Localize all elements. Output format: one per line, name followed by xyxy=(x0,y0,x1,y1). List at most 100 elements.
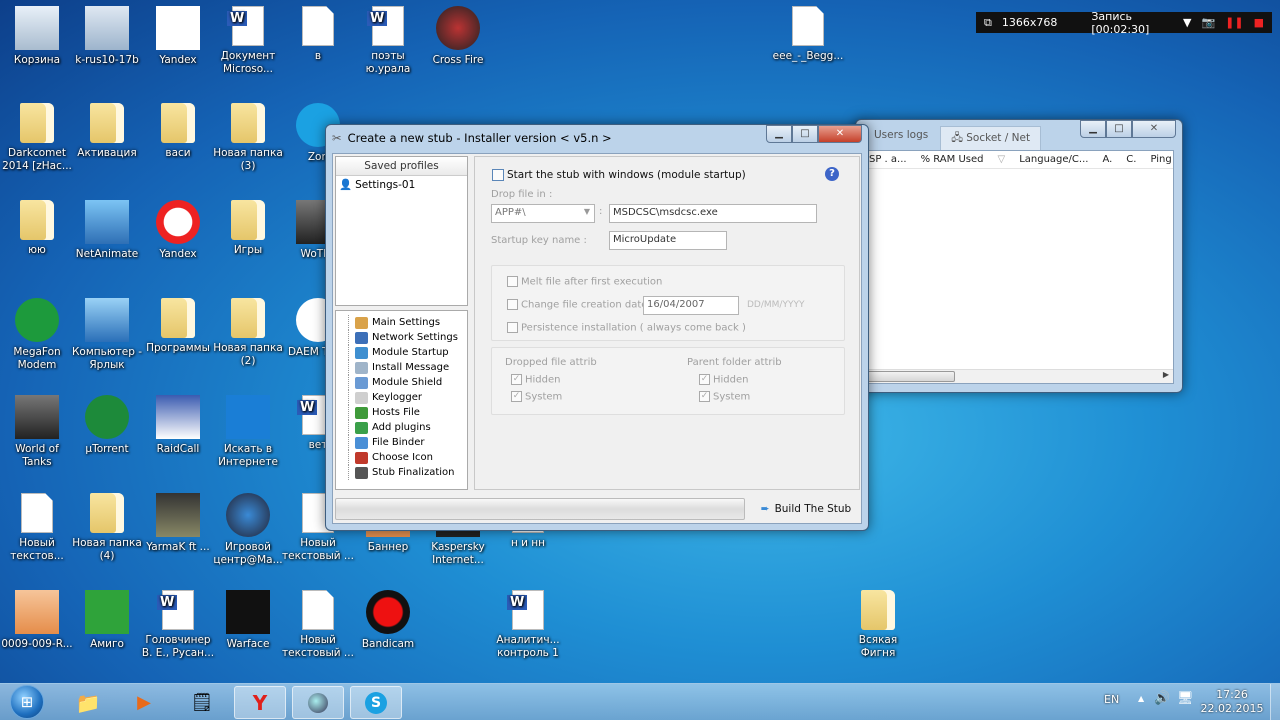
maximize-button[interactable]: □ xyxy=(1106,120,1132,138)
build-stub-button[interactable]: ➨ Build The Stub xyxy=(753,498,859,520)
desktop-icon[interactable]: Новый текстов... xyxy=(0,493,74,563)
check-icon[interactable]: ✓ xyxy=(699,374,710,385)
desktop-icon[interactable]: 0009-009-R... xyxy=(0,590,74,651)
desktop-icon[interactable]: NetAnimate xyxy=(70,200,144,261)
background-window[interactable]: Users logs 🖧 Socket / Net ▁ □ ✕ SP . a..… xyxy=(855,119,1183,393)
parent-hidden-checkbox[interactable]: ✓ Hidden xyxy=(699,374,748,386)
desktop-icon[interactable]: k-rus10-17b xyxy=(70,6,144,67)
parent-system-checkbox[interactable]: ✓ System xyxy=(699,391,750,403)
tree-item[interactable]: Keylogger xyxy=(348,390,467,405)
start-with-windows-checkbox[interactable]: Start the stub with windows (module star… xyxy=(492,169,746,181)
desktop-icon[interactable]: Darkcomet 2014 [zHac... xyxy=(0,103,74,173)
start-button[interactable]: ⊞ xyxy=(10,685,44,719)
desktop-icon[interactable]: Документ Microso... xyxy=(211,6,285,76)
tree-item[interactable]: Add plugins xyxy=(348,420,467,435)
volume-icon[interactable]: 🔊 xyxy=(1154,691,1170,706)
creation-date-input[interactable]: 16/04/2007 xyxy=(643,296,739,315)
check-icon[interactable]: ✓ xyxy=(699,391,710,402)
desktop-icon[interactable]: MegaFon Modem xyxy=(0,298,74,372)
network-status-icon[interactable]: 🖥 xyxy=(1177,691,1194,706)
create-stub-dialog[interactable]: ✂ Create a new stub - Installer version … xyxy=(325,124,869,531)
check-icon[interactable]: ✓ xyxy=(511,391,522,402)
desktop-icon[interactable]: Новая папка (4) xyxy=(70,493,144,563)
camera-icon[interactable]: 📷 xyxy=(1201,16,1215,29)
desktop-icon[interactable]: Головчинер В. Е., Русан... xyxy=(141,590,215,660)
taskbar-notepad[interactable]: 🗒 xyxy=(176,686,228,719)
stop-icon[interactable]: ■ xyxy=(1254,16,1264,29)
taskbar-skype[interactable]: S xyxy=(350,686,402,719)
checkbox[interactable] xyxy=(507,276,518,287)
show-desktop-button[interactable] xyxy=(1270,684,1280,720)
tab-socket-net[interactable]: 🖧 Socket / Net xyxy=(940,126,1042,151)
desktop-icon[interactable]: Аналитич... контроль 1 xyxy=(491,590,565,660)
minimize-button[interactable]: ▁ xyxy=(1080,120,1106,138)
dropped-hidden-checkbox[interactable]: ✓ Hidden xyxy=(511,374,560,386)
checkbox[interactable] xyxy=(507,299,518,310)
dropped-system-checkbox[interactable]: ✓ System xyxy=(511,391,562,403)
tab-users-logs[interactable]: Users logs xyxy=(864,126,938,151)
desktop-icon[interactable]: Cross Fire xyxy=(421,6,495,67)
show-hidden-icons[interactable]: ▲ xyxy=(1138,694,1144,703)
close-button[interactable]: ✕ xyxy=(818,125,862,143)
close-button[interactable]: ✕ xyxy=(1132,120,1176,138)
desktop-icon[interactable]: µTorrent xyxy=(70,395,144,456)
taskbar-yandex[interactable]: Y xyxy=(234,686,286,719)
pause-icon[interactable]: ❚❚ xyxy=(1225,16,1243,29)
desktop-icon[interactable]: World of Tanks xyxy=(0,395,74,469)
scrollbar-thumb[interactable] xyxy=(865,371,955,382)
tree-item[interactable]: Module Shield xyxy=(348,375,467,390)
desktop-icon[interactable]: поэты ю.урала xyxy=(351,6,425,76)
maximize-button[interactable]: □ xyxy=(792,125,818,143)
scroll-right-arrow[interactable]: ▶ xyxy=(1163,370,1169,379)
column-header[interactable]: Language/C... xyxy=(1019,154,1088,165)
desktop-icon[interactable]: Yandex xyxy=(141,6,215,67)
change-date-checkbox[interactable]: Change file creation date : xyxy=(507,299,654,311)
profile-item[interactable]: 👤 Settings-01 xyxy=(336,176,467,193)
clock[interactable]: 17:26 22.02.2015 xyxy=(1200,688,1264,716)
checkbox[interactable] xyxy=(507,322,518,333)
minimize-button[interactable]: ▁ xyxy=(766,125,792,143)
horizontal-scrollbar[interactable]: ▶ xyxy=(865,369,1173,383)
desktop-icon[interactable]: в xyxy=(281,6,355,63)
help-icon[interactable]: ? xyxy=(825,167,839,181)
drop-location-select[interactable]: APP#\ ▼ xyxy=(491,204,595,223)
melt-file-checkbox[interactable]: Melt file after first execution xyxy=(507,276,662,288)
desktop-icon[interactable]: Активация xyxy=(70,103,144,160)
column-header[interactable]: A. xyxy=(1102,154,1112,165)
desktop-icon[interactable]: Bandicam xyxy=(351,590,425,651)
desktop-icon[interactable]: Искать в Интернете xyxy=(211,395,285,469)
language-indicator[interactable]: EN xyxy=(1104,693,1119,706)
tree-item[interactable]: Main Settings xyxy=(348,315,467,330)
desktop-icon[interactable]: eee_-_Begg... xyxy=(771,6,845,63)
desktop-icon[interactable]: Игры xyxy=(211,200,285,257)
check-icon[interactable]: ✓ xyxy=(511,374,522,385)
desktop-icon[interactable]: юю xyxy=(0,200,74,257)
desktop-icon[interactable]: Новая папка (3) xyxy=(211,103,285,173)
persistence-checkbox[interactable]: Persistence installation ( always come b… xyxy=(507,322,746,334)
column-header[interactable]: C. xyxy=(1126,154,1136,165)
desktop-icon[interactable]: Компьютер - Ярлык xyxy=(70,298,144,372)
desktop-icon[interactable]: Новая папка (2) xyxy=(211,298,285,368)
taskbar-media-player[interactable]: ▶ xyxy=(118,686,170,719)
tree-item[interactable]: Hosts File xyxy=(348,405,467,420)
column-header[interactable]: % RAM Used xyxy=(921,154,984,165)
column-header[interactable]: Ping xyxy=(1150,154,1171,165)
desktop-icon[interactable]: васи xyxy=(141,103,215,160)
desktop-icon[interactable]: Программы xyxy=(141,298,215,355)
tree-item[interactable]: Choose Icon xyxy=(348,450,467,465)
tree-item[interactable]: Module Startup xyxy=(348,345,467,360)
desktop-icon[interactable]: Игровой центр@Ма... xyxy=(211,493,285,567)
tree-item[interactable]: File Binder xyxy=(348,435,467,450)
tree-item[interactable]: Install Message xyxy=(348,360,467,375)
desktop-icon[interactable]: RaidCall xyxy=(141,395,215,456)
dropdown-icon[interactable]: ▼ xyxy=(1183,16,1191,29)
desktop-icon[interactable]: Yandex xyxy=(141,200,215,261)
desktop-icon[interactable]: Warface xyxy=(211,590,285,651)
desktop-icon[interactable]: Корзина xyxy=(0,6,74,67)
taskbar-darkcomet[interactable] xyxy=(292,686,344,719)
column-header[interactable]: SP . a... xyxy=(869,154,907,165)
tree-item[interactable]: Network Settings xyxy=(348,330,467,345)
desktop-icon[interactable]: Всякая Фигня xyxy=(841,590,915,660)
desktop-icon[interactable]: YarmaK ft ... xyxy=(141,493,215,554)
desktop-icon[interactable]: Новый текстовый ... xyxy=(281,590,355,660)
